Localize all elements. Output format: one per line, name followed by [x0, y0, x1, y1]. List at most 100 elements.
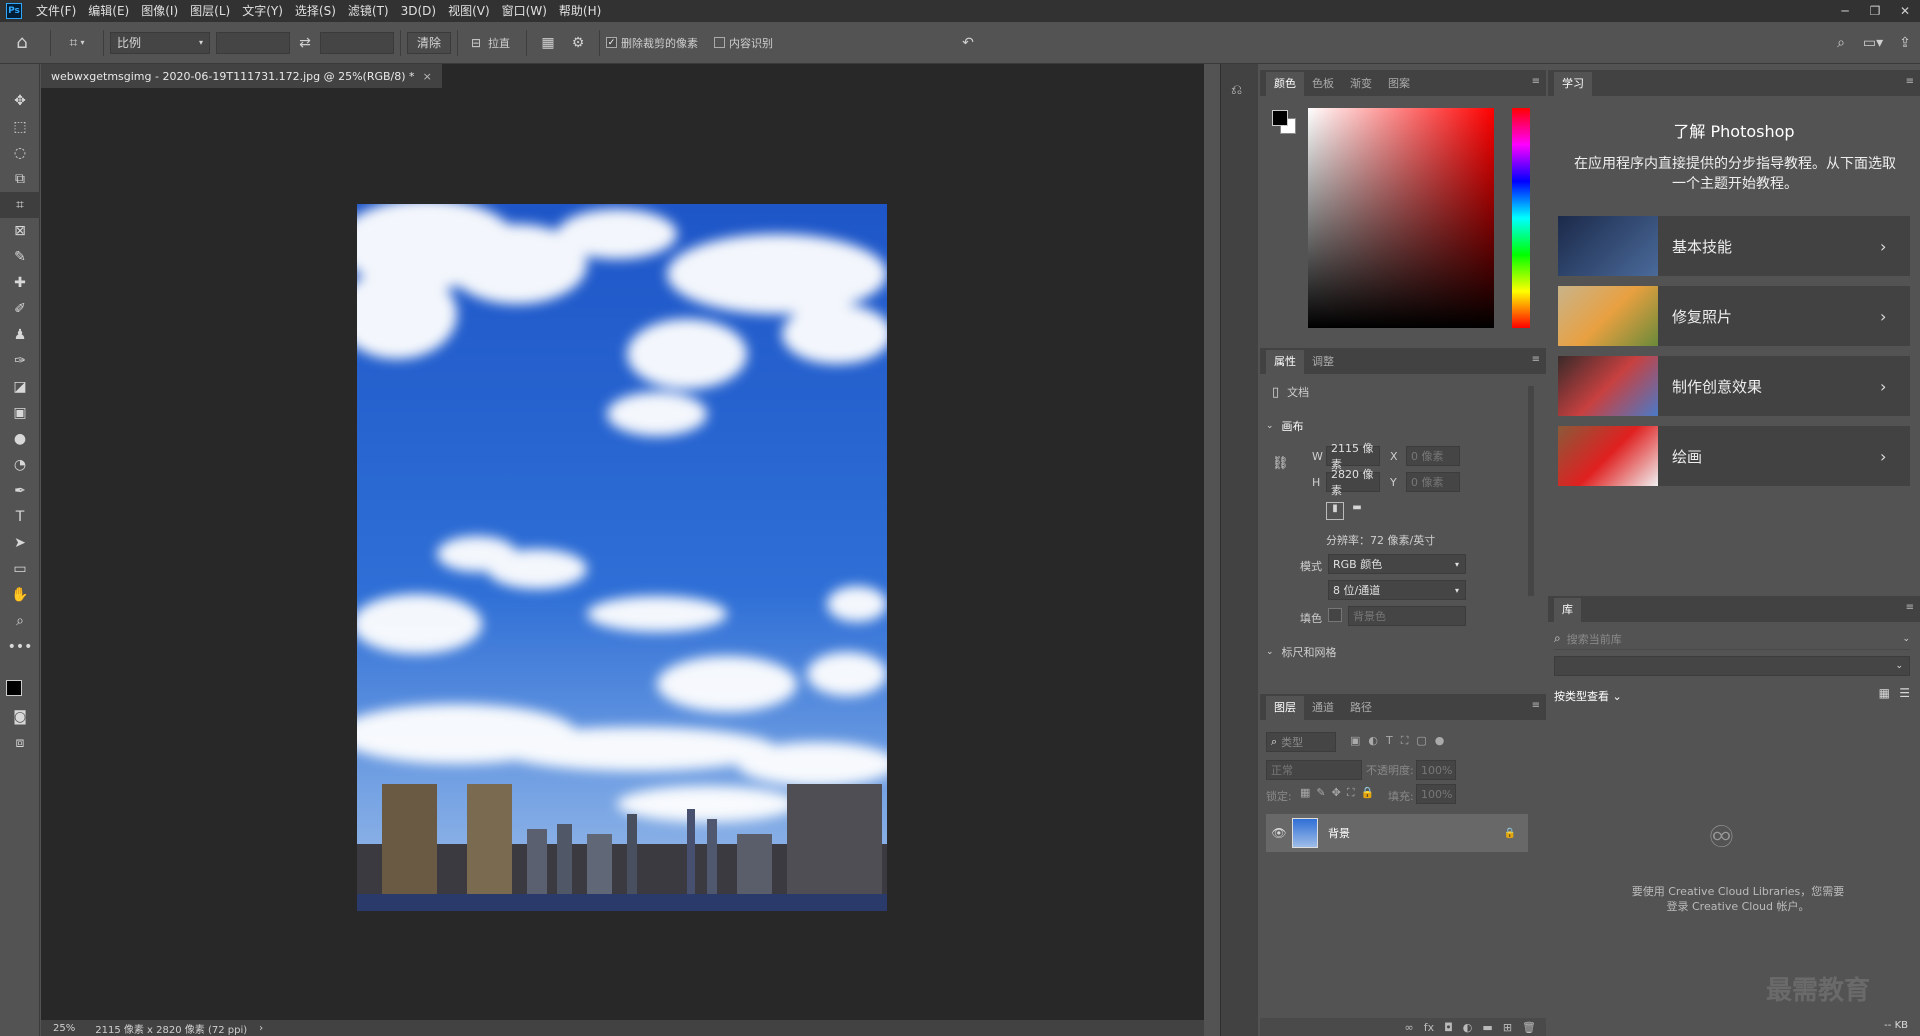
- view-by-type-dropdown[interactable]: 按类型查看 ⌄: [1554, 688, 1622, 704]
- tab-layers[interactable]: 图层: [1266, 696, 1304, 720]
- menu-view[interactable]: 视图(V): [442, 0, 496, 22]
- workspace-icon[interactable]: ▭▾: [1856, 29, 1890, 57]
- more-tools-icon[interactable]: •••: [0, 634, 40, 660]
- library-search[interactable]: ⌕ 搜索当前库 ⌄: [1554, 628, 1910, 650]
- status-arrow-icon[interactable]: ›: [259, 1023, 263, 1034]
- reset-icon[interactable]: ↶: [953, 29, 983, 57]
- tab-properties[interactable]: 属性: [1266, 350, 1304, 374]
- adjustment-icon[interactable]: ◐: [1463, 1021, 1473, 1034]
- clear-button[interactable]: 清除: [407, 31, 451, 54]
- menu-layer[interactable]: 图层(L): [184, 0, 236, 22]
- history-brush-icon[interactable]: ✑: [0, 348, 40, 374]
- tab-libraries[interactable]: 库: [1554, 598, 1581, 622]
- y-input[interactable]: 0 像素: [1406, 472, 1460, 492]
- height-input[interactable]: 2820 像素: [1326, 468, 1380, 497]
- lock-icons[interactable]: ▦✎✥⛶🔒: [1300, 786, 1380, 800]
- menu-select[interactable]: 选择(S): [289, 0, 342, 22]
- content-aware-checkbox[interactable]: [714, 37, 725, 48]
- tab-gradients[interactable]: 渐变: [1342, 72, 1380, 96]
- panel-menu-icon[interactable]: ≡: [1532, 700, 1540, 711]
- path-select-tool-icon[interactable]: ➤: [0, 530, 40, 556]
- tab-color[interactable]: 颜色: [1266, 72, 1304, 96]
- group-folder-icon[interactable]: ▬: [1482, 1021, 1492, 1034]
- mode-select[interactable]: RGB 颜色 ▾: [1328, 554, 1466, 574]
- menu-type[interactable]: 文字(Y): [236, 0, 289, 22]
- menu-3d[interactable]: 3D(D): [395, 0, 442, 22]
- height-ratio-input[interactable]: [320, 31, 394, 54]
- learn-item-painting[interactable]: 绘画 ›: [1558, 426, 1910, 486]
- mask-icon[interactable]: ◘: [1444, 1021, 1453, 1034]
- blend-mode-select[interactable]: 正常: [1266, 760, 1362, 780]
- dodge-tool-icon[interactable]: ◔: [0, 452, 40, 478]
- quick-mask-icon[interactable]: ◙: [0, 704, 40, 730]
- document-tab[interactable]: webwxgetmsgimg - 2020-06-19T111731.172.j…: [41, 64, 442, 88]
- grid-view-icon[interactable]: ▦: [1879, 686, 1890, 700]
- eyedropper-tool-icon[interactable]: ✎: [0, 244, 40, 270]
- settings-gear-icon[interactable]: ⚙: [563, 29, 593, 57]
- layer-row-background[interactable]: 👁 背景 🔒: [1266, 814, 1528, 852]
- close-tab-icon[interactable]: ×: [423, 70, 432, 83]
- menu-file[interactable]: 文件(F): [30, 0, 82, 22]
- hand-tool-icon[interactable]: ✋: [0, 582, 40, 608]
- tab-paths[interactable]: 路径: [1342, 696, 1380, 720]
- panel-menu-icon[interactable]: ≡: [1906, 76, 1914, 87]
- object-select-tool-icon[interactable]: ⧉: [0, 166, 40, 192]
- learn-item-fix-photo[interactable]: 修复照片 ›: [1558, 286, 1910, 346]
- foreground-color-swatch[interactable]: [6, 680, 22, 696]
- straighten-icon[interactable]: ⊟: [464, 29, 488, 57]
- move-tool-icon[interactable]: ✥: [0, 88, 40, 114]
- layer-filter-icons[interactable]: ▣◐T⛶▢●: [1350, 734, 1452, 748]
- hue-slider[interactable]: [1512, 108, 1530, 328]
- portrait-orientation-icon[interactable]: ▮: [1326, 502, 1344, 520]
- panel-menu-icon[interactable]: ≡: [1532, 354, 1540, 365]
- width-input[interactable]: 2115 像素: [1326, 442, 1380, 471]
- fill-swatch[interactable]: [1328, 608, 1342, 622]
- home-icon[interactable]: ⌂: [0, 29, 44, 57]
- fill-input[interactable]: 100%: [1416, 784, 1456, 804]
- color-field[interactable]: [1308, 108, 1494, 328]
- link-layers-icon[interactable]: ∞: [1405, 1021, 1414, 1034]
- new-layer-icon[interactable]: ⊞: [1503, 1021, 1512, 1034]
- panel-menu-icon[interactable]: ≡: [1532, 76, 1540, 87]
- chevron-down-icon[interactable]: ⌄: [1902, 634, 1910, 644]
- x-input[interactable]: 0 像素: [1406, 446, 1460, 466]
- opacity-input[interactable]: 100%: [1416, 760, 1456, 780]
- layer-name[interactable]: 背景: [1328, 825, 1504, 841]
- landscape-orientation-icon[interactable]: ▬: [1348, 502, 1366, 520]
- straighten-button[interactable]: 拉直: [488, 35, 510, 51]
- learn-item-basic-skills[interactable]: 基本技能 ›: [1558, 216, 1910, 276]
- ratio-select[interactable]: 比例 ▾: [110, 31, 210, 54]
- marquee-tool-icon[interactable]: ⬚: [0, 114, 40, 140]
- delete-cropped-checkbox[interactable]: ✓: [606, 37, 617, 48]
- learn-item-creative-effects[interactable]: 制作创意效果 ›: [1558, 356, 1910, 416]
- screen-mode-icon[interactable]: ⧈: [0, 730, 40, 756]
- layer-filter-select[interactable]: ⌕ 类型: [1266, 732, 1336, 752]
- frame-tool-icon[interactable]: ⊠: [0, 218, 40, 244]
- overlay-grid-icon[interactable]: ▦: [533, 29, 563, 57]
- stamp-tool-icon[interactable]: ♟: [0, 322, 40, 348]
- visibility-eye-icon[interactable]: 👁: [1266, 826, 1292, 840]
- tab-swatches[interactable]: 色板: [1304, 72, 1342, 96]
- zoom-tool-icon[interactable]: ⌕: [0, 608, 40, 634]
- tab-learn[interactable]: 学习: [1554, 72, 1592, 96]
- zoom-level[interactable]: 25%: [53, 1023, 75, 1034]
- share-icon[interactable]: ⇪: [1890, 29, 1920, 57]
- healing-tool-icon[interactable]: ✚: [0, 270, 40, 296]
- width-ratio-input[interactable]: [216, 31, 290, 54]
- crop-tool-preset-icon[interactable]: ⌗ ▾: [57, 29, 97, 57]
- menu-filter[interactable]: 滤镜(T): [342, 0, 395, 22]
- menu-edit[interactable]: 编辑(E): [82, 0, 135, 22]
- minimize-icon[interactable]: ─: [1830, 0, 1860, 22]
- fill-select[interactable]: 背景色: [1348, 606, 1466, 626]
- properties-scrollbar[interactable]: [1528, 386, 1534, 596]
- swap-icon[interactable]: ⇄: [290, 29, 320, 57]
- menu-image[interactable]: 图像(I): [135, 0, 184, 22]
- gradient-tool-icon[interactable]: ▣: [0, 400, 40, 426]
- tab-patterns[interactable]: 图案: [1380, 72, 1418, 96]
- photo-canvas[interactable]: [357, 204, 887, 911]
- close-window-icon[interactable]: ✕: [1890, 0, 1920, 22]
- chevron-down-icon[interactable]: ⌄: [1266, 647, 1274, 657]
- list-view-icon[interactable]: ☰: [1899, 686, 1910, 700]
- fx-icon[interactable]: fx: [1424, 1021, 1434, 1034]
- library-search-input[interactable]: 搜索当前库: [1567, 631, 1622, 647]
